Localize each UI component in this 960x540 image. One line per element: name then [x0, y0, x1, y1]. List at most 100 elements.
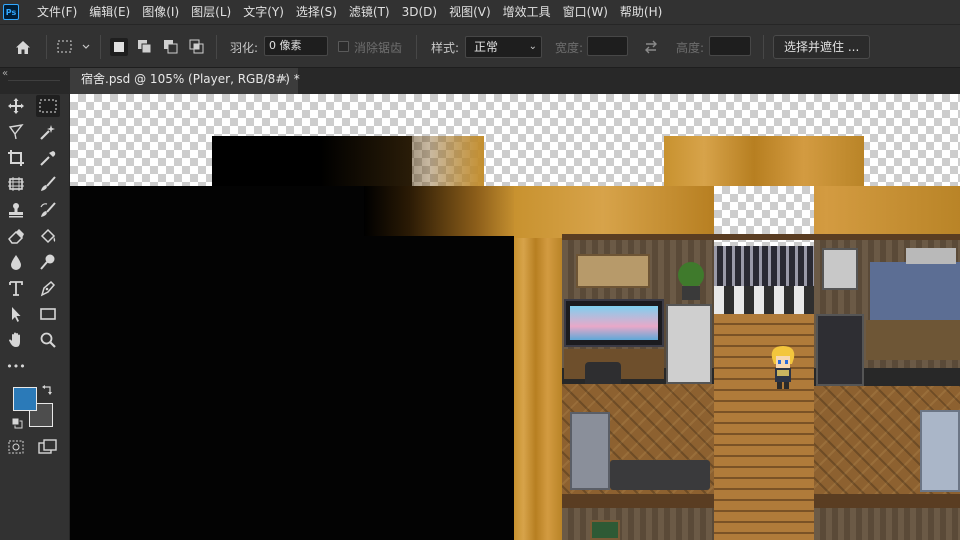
divider: [216, 35, 217, 59]
air-conditioner: [906, 248, 956, 264]
magic-wand-tool-icon[interactable]: [36, 121, 60, 143]
intersect-selection-icon[interactable]: [188, 38, 206, 56]
menu-image[interactable]: 图像(I): [136, 0, 185, 24]
rectangular-marquee-tool-icon[interactable]: [36, 95, 60, 117]
poster-wall: [870, 262, 960, 322]
zoom-tool-icon[interactable]: [36, 329, 60, 351]
style-select-value: 正常: [474, 40, 499, 54]
hand-tool-icon[interactable]: [4, 329, 28, 351]
divider: [416, 35, 417, 59]
photoshop-logo-icon[interactable]: Ps: [3, 4, 19, 20]
menu-file[interactable]: 文件(F): [31, 0, 83, 24]
type-tool-icon[interactable]: [4, 277, 28, 299]
right-bed: [920, 410, 960, 492]
swap-colors-icon[interactable]: [41, 383, 55, 397]
potted-plant: [678, 262, 704, 288]
divider: [100, 35, 101, 59]
antialias-checkbox[interactable]: [338, 41, 349, 52]
menu-view[interactable]: 视图(V): [443, 0, 497, 24]
width-input[interactable]: [587, 36, 628, 56]
wall-trim: [562, 234, 960, 240]
frame-tool-icon[interactable]: [4, 173, 28, 195]
collapse-panels-icon[interactable]: «: [2, 68, 8, 79]
player-sprite[interactable]: [768, 344, 798, 390]
window: [590, 520, 620, 540]
default-colors-icon[interactable]: [10, 416, 24, 430]
screen-mode-icon[interactable]: [36, 436, 60, 458]
wooden-wall-left: [514, 238, 562, 540]
crop-tool-icon[interactable]: [4, 147, 28, 169]
paint-bucket-tool-icon[interactable]: [36, 225, 60, 247]
document-tab-row: « 宿舍.psd @ 105% (Player, RGB/8#) * ×: [0, 68, 960, 94]
clone-stamp-tool-icon[interactable]: [4, 199, 28, 221]
chevron-down-icon: ⌄: [528, 41, 537, 52]
sofa: [610, 460, 710, 490]
right-lower-wall-trim: [814, 494, 960, 508]
lasso-tool-icon[interactable]: [4, 121, 28, 143]
more-tools-icon[interactable]: •••: [4, 355, 28, 377]
tv-screen: [570, 306, 658, 340]
menu-type[interactable]: 文字(Y): [237, 0, 290, 24]
path-selection-tool-icon[interactable]: [4, 303, 28, 325]
menu-layer[interactable]: 图层(L): [185, 0, 237, 24]
menu-select[interactable]: 选择(S): [290, 0, 343, 24]
lower-wall-trim: [562, 494, 714, 508]
tab-document[interactable]: 宿舍.psd @ 105% (Player, RGB/8#) * ×: [70, 68, 300, 94]
tools-panel: •••: [0, 80, 70, 540]
toolbar-grip: [8, 80, 60, 81]
style-label: 样式:: [431, 41, 460, 55]
hallway-floor: [714, 314, 814, 540]
brush-tool-icon[interactable]: [36, 173, 60, 195]
bust-statue: [822, 248, 858, 290]
menu-edit[interactable]: 编辑(E): [83, 0, 136, 24]
new-selection-icon[interactable]: [110, 38, 128, 56]
bookshelf: [666, 304, 712, 384]
pen-tool-icon[interactable]: [36, 277, 60, 299]
style-select[interactable]: 正常 ⌄: [465, 36, 542, 58]
document-tab-title: 宿舍.psd @ 105% (Player, RGB/8#) *: [81, 72, 300, 86]
menu-bar: Ps 文件(F) 编辑(E) 图像(I) 图层(L) 文字(Y) 选择(S) 滤…: [0, 0, 960, 24]
balcony-railing: [714, 246, 814, 286]
study-desk: [866, 320, 960, 360]
feather-input[interactable]: 0 像素: [264, 36, 328, 56]
menu-window[interactable]: 窗口(W): [557, 0, 614, 24]
eyedropper-tool-icon[interactable]: [36, 147, 60, 169]
dodge-tool-icon[interactable]: [36, 251, 60, 273]
wall-fade: [364, 186, 514, 236]
width-label: 宽度:: [555, 41, 584, 55]
rectangle-tool-icon[interactable]: [36, 303, 60, 325]
bed: [570, 412, 610, 490]
lower-room-wall: [562, 508, 714, 540]
photoshop-window: Ps 文件(F) 编辑(E) 图像(I) 图层(L) 文字(Y) 选择(S) 滤…: [0, 0, 960, 540]
right-lower-room-wall: [814, 508, 960, 540]
divider: [46, 35, 47, 59]
foreground-color-swatch[interactable]: [13, 387, 37, 411]
height-label: 高度:: [676, 41, 705, 55]
tool-preset-picker[interactable]: [56, 37, 92, 57]
document-canvas[interactable]: [70, 94, 960, 540]
history-brush-tool-icon[interactable]: [36, 199, 60, 221]
eraser-tool-icon[interactable]: [4, 225, 28, 247]
close-icon[interactable]: ×: [279, 68, 288, 90]
antialias-label: 消除锯齿: [354, 41, 403, 55]
menu-help[interactable]: 帮助(H): [614, 0, 668, 24]
menu-filter[interactable]: 滤镜(T): [343, 0, 396, 24]
select-and-mask-button[interactable]: 选择并遮住 ...: [773, 35, 871, 59]
swap-width-height-icon[interactable]: [641, 38, 661, 56]
more-tools-glyph: •••: [6, 359, 26, 373]
plant-pot: [682, 286, 700, 300]
menu-3d[interactable]: 3D(D): [396, 0, 443, 24]
dark-room-floor: [110, 236, 514, 540]
add-to-selection-icon[interactable]: [136, 38, 154, 56]
menu-plugins[interactable]: 增效工具: [497, 0, 557, 24]
quick-mask-icon[interactable]: [4, 436, 28, 458]
display-cabinet: [816, 314, 864, 386]
height-input[interactable]: [709, 36, 751, 56]
wall-map: [576, 254, 650, 288]
feather-label: 羽化:: [230, 41, 259, 55]
home-icon[interactable]: [12, 37, 34, 57]
move-tool-icon[interactable]: [4, 95, 28, 117]
wooden-wall-roof: [664, 136, 864, 186]
subtract-from-selection-icon[interactable]: [162, 38, 180, 56]
blur-tool-icon[interactable]: [4, 251, 28, 273]
